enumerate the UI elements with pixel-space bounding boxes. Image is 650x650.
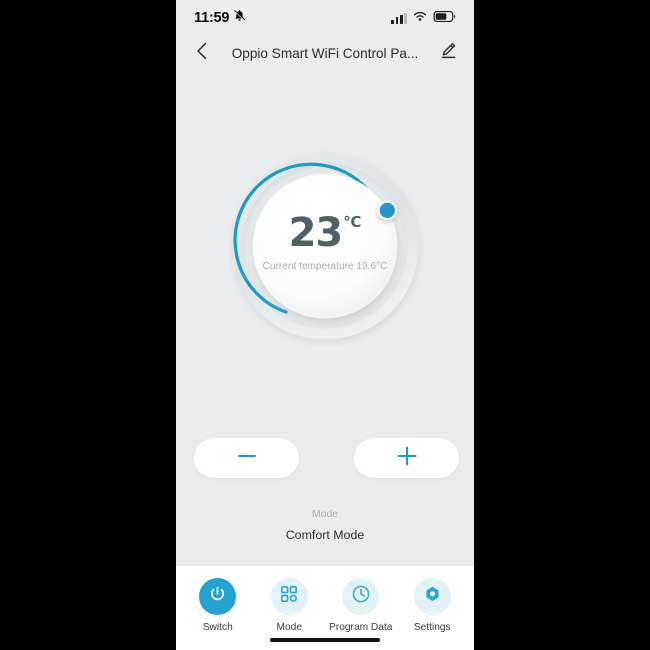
mode-section: Mode Comfort Mode <box>176 508 474 542</box>
gear-hexagon-icon <box>423 585 442 609</box>
status-bar-left: 11:59 <box>194 9 246 27</box>
temperature-stepper <box>176 438 474 478</box>
home-indicator[interactable] <box>270 637 380 642</box>
nav-label-program-data: Program Data <box>329 622 393 633</box>
minus-icon <box>236 449 258 468</box>
grid-squares-icon <box>280 585 298 608</box>
pencil-edit-icon <box>440 42 457 64</box>
status-bar-right <box>391 9 456 27</box>
chevron-left-icon <box>195 42 209 65</box>
nav-label-mode: Mode <box>276 622 302 633</box>
clock-icon <box>351 584 371 609</box>
nav-item-switch[interactable]: Switch <box>185 578 251 633</box>
page-title: Oppio Smart WiFi Control Pa... <box>231 45 419 61</box>
nav-label-settings: Settings <box>413 622 451 633</box>
bell-muted-icon <box>233 9 246 27</box>
plus-icon <box>396 445 418 472</box>
battery-icon <box>433 9 456 27</box>
dial-handle-icon <box>377 200 398 221</box>
cellular-signal-icon <box>391 12 407 24</box>
wifi-icon <box>413 9 427 27</box>
temperature-dial[interactable]: 23 ℃ Current temperature 19.6°C <box>176 118 474 368</box>
nav-bubble-settings <box>413 578 451 615</box>
mode-value[interactable]: Comfort Mode <box>176 528 474 542</box>
back-button[interactable] <box>190 41 214 65</box>
phone-screen: 11:59 Oppio Smart WiFi Control Pa... 23 … <box>176 0 474 650</box>
decrease-temperature-button[interactable] <box>194 438 299 478</box>
app-header: Oppio Smart WiFi Control Pa... <box>176 36 474 70</box>
status-bar: 11:59 <box>176 0 474 36</box>
edit-button[interactable] <box>436 41 460 65</box>
nav-bubble-switch <box>199 578 237 615</box>
nav-label-switch: Switch <box>202 622 233 633</box>
nav-item-program-data[interactable]: Program Data <box>328 578 394 633</box>
increase-temperature-button[interactable] <box>354 438 459 478</box>
nav-bubble-program-data <box>342 578 380 615</box>
status-time: 11:59 <box>194 10 230 26</box>
power-icon <box>208 585 227 609</box>
dial-graphic <box>231 152 419 340</box>
nav-item-settings[interactable]: Settings <box>399 578 465 633</box>
mode-label: Mode <box>311 508 339 520</box>
nav-bubble-mode <box>270 578 308 615</box>
nav-item-mode[interactable]: Mode <box>256 578 322 633</box>
